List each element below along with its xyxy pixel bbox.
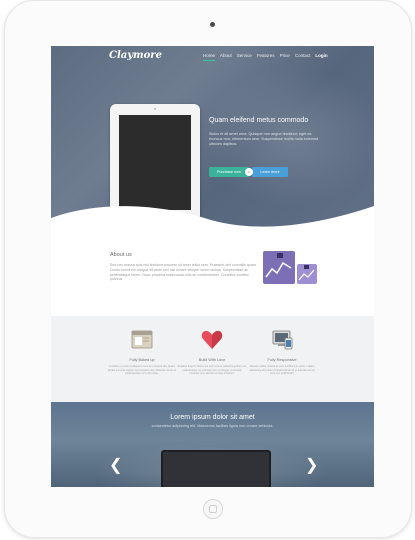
feature-card: Fully Baked up Curabitur in eros et aliq…	[107, 330, 177, 376]
purchase-now-button[interactable]: Purchase now	[209, 167, 249, 177]
learn-more-button[interactable]: Learn more	[252, 167, 288, 177]
monitor-image	[161, 450, 271, 487]
devices-icon	[272, 330, 293, 350]
feature-text: Curabitur in eros et aliquam risus ac po…	[107, 365, 177, 376]
feature-card: Fully Responsive Aliquam tellus mauris a…	[247, 330, 317, 376]
about-text: Sed nec massa quis nisl tincidunt posuer…	[110, 263, 257, 282]
or-divider-badge: or	[245, 168, 253, 176]
chevron-right-icon[interactable]: ❯	[305, 458, 318, 474]
tablet-frame: Claymore Home About Service Features Pri…	[4, 0, 412, 538]
nav-about[interactable]: About	[220, 53, 232, 61]
hero-wave-divider	[51, 206, 374, 231]
hero-lead: Siclus et all amet urna. Quisque non aug…	[209, 132, 319, 146]
chart-illustration-icon	[263, 251, 317, 284]
feature-title: Fully Responsive	[267, 358, 297, 362]
feature-title: Fully Baked up	[129, 358, 155, 362]
slider-section: Lorem ipsum dolor sit amet consectetur a…	[51, 402, 374, 487]
nav-home[interactable]: Home	[203, 53, 216, 61]
nav-features[interactable]: Features	[257, 53, 275, 61]
feature-title: Build With Love	[198, 358, 226, 362]
nav-contact[interactable]: Contact	[295, 53, 311, 61]
feature-text: Aliquam tellus mauris at vero tincidunt …	[249, 365, 315, 376]
main-nav: Home About Service Features Price Contac…	[203, 53, 328, 61]
feature-card: Build With Love Sodales fuignim libero e…	[177, 330, 247, 376]
hero-headline: Quam eleifend metus commodo	[209, 117, 309, 124]
nav-price[interactable]: Price	[280, 53, 290, 61]
feature-text: Sodales fuignim libero est sed cursus, a…	[177, 365, 247, 376]
slider-title: Lorem ipsum dolor sit amet	[170, 414, 255, 421]
nav-service[interactable]: Service	[237, 53, 252, 61]
features-section: Fully Baked up Curabitur in eros et aliq…	[51, 316, 374, 404]
tablet-camera	[210, 22, 215, 27]
chevron-left-icon[interactable]: ❮	[109, 458, 122, 474]
nav-login[interactable]: Login	[315, 53, 327, 61]
slider-subtitle: consectetur adipiscing elit. Maecenas fa…	[151, 424, 274, 428]
home-button[interactable]	[203, 499, 223, 519]
about-title: About us	[110, 252, 132, 258]
hero-section: Claymore Home About Service Features Pri…	[51, 46, 374, 231]
website-screen: Claymore Home About Service Features Pri…	[51, 46, 374, 487]
heart-icon	[201, 330, 223, 349]
hero-tablet-camera	[154, 108, 156, 110]
site-logo[interactable]: Claymore	[109, 50, 162, 61]
window-icon	[131, 330, 153, 349]
